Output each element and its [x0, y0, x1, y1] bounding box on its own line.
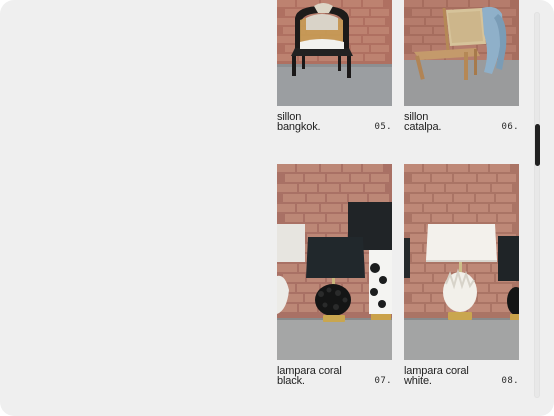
product-name[interactable]: lampara coral black.: [277, 366, 365, 387]
product-name[interactable]: sillon catalpa.: [404, 112, 492, 133]
product-card-lampara-coral-white[interactable]: lampara coral white. 08.: [404, 164, 519, 387]
product-caption: sillon catalpa. 06.: [404, 112, 519, 136]
vertical-scrollbar-track[interactable]: [534, 12, 540, 398]
product-caption: lampara coral black. 07.: [277, 366, 392, 390]
product-name[interactable]: sillon bangkok.: [277, 112, 365, 133]
product-name[interactable]: lampara coral white.: [404, 366, 492, 387]
rattan-armchair-photo[interactable]: [277, 0, 392, 106]
product-grid: sillon bangkok. 05. sillon catalpa. 06. …: [0, 0, 554, 416]
product-number: 08.: [501, 376, 519, 386]
product-caption: sillon bangkok. 05.: [277, 112, 392, 136]
product-card-lampara-coral-black[interactable]: lampara coral black. 07.: [277, 164, 392, 387]
black-coral-lamp-photo[interactable]: [277, 164, 392, 360]
white-coral-lamp-photo[interactable]: [404, 164, 519, 360]
vertical-scrollbar-thumb[interactable]: [535, 124, 540, 166]
product-number: 06.: [501, 122, 519, 132]
product-card-sillon-catalpa[interactable]: sillon catalpa. 06.: [404, 0, 519, 133]
product-card-sillon-bangkok[interactable]: sillon bangkok. 05.: [277, 0, 392, 133]
product-number: 07.: [374, 376, 392, 386]
wooden-lounge-chair-photo[interactable]: [404, 0, 519, 106]
product-caption: lampara coral white. 08.: [404, 366, 519, 390]
app-window: sillon bangkok. 05. sillon catalpa. 06. …: [0, 0, 554, 416]
product-number: 05.: [374, 122, 392, 132]
